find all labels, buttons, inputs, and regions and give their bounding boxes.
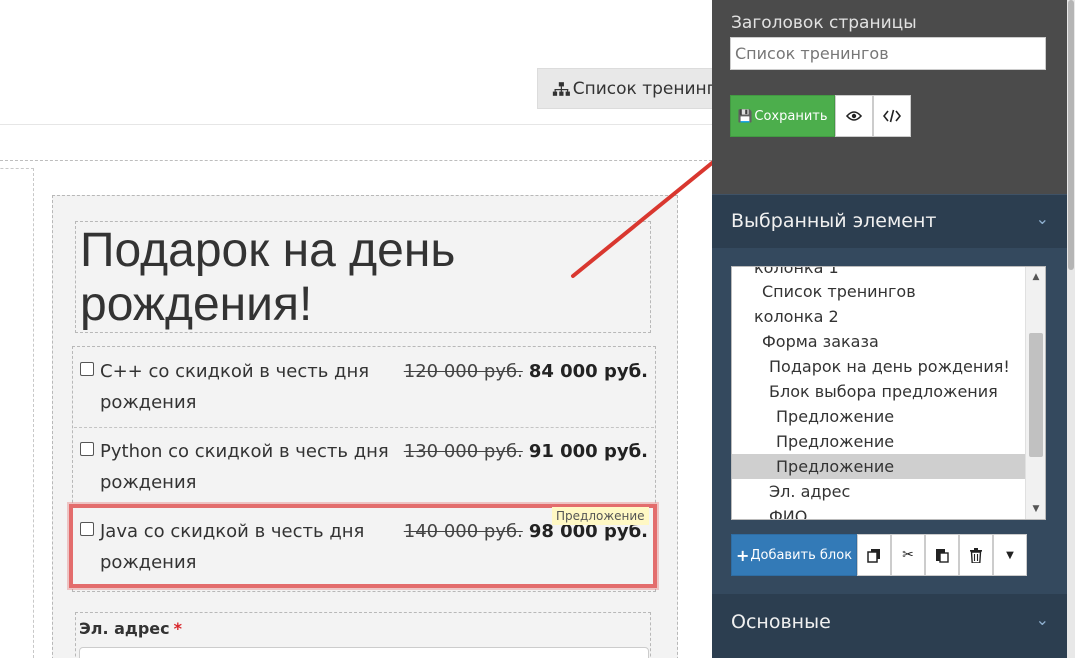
editor-side-panel: Заголовок страницы 💾 Сохранить [712, 0, 1075, 658]
plus-icon: + [735, 545, 750, 565]
tree-item-selected[interactable]: Предложение [732, 454, 1026, 479]
save-button-label: Сохранить [754, 108, 828, 124]
main-section-title: Основные [731, 611, 831, 633]
preview-button[interactable] [835, 95, 873, 137]
cut-button[interactable]: ✂ [891, 534, 925, 576]
scroll-down-arrow-icon[interactable]: ▼ [1026, 501, 1045, 517]
add-block-label: Добавить блок [750, 547, 853, 563]
tree-item[interactable]: ФИО [732, 504, 1026, 519]
eye-icon [846, 111, 862, 121]
offer-prices: 120 000 руб. 84 000 руб. [404, 356, 648, 387]
tree-item[interactable]: Предложение [732, 429, 1026, 454]
panel-scroll-thumb[interactable] [1068, 0, 1074, 270]
delete-button[interactable] [959, 534, 993, 576]
old-price: 130 000 руб. [403, 441, 523, 462]
offer-prices: 130 000 руб. 91 000 руб. [404, 436, 648, 467]
floppy-disk-icon: 💾 [737, 109, 753, 123]
tree-item[interactable]: Форма заказа [732, 329, 1026, 354]
trash-icon [970, 547, 982, 563]
scissors-icon: ✂ [902, 547, 914, 563]
required-mark: * [173, 619, 182, 638]
selected-element-tag: Предложение [552, 507, 649, 525]
copy-button[interactable] [857, 534, 891, 576]
offer-checkbox[interactable] [80, 442, 94, 456]
copy-icon [867, 548, 880, 563]
editor-canvas: Список тренингов Подарок на день рождени… [0, 0, 712, 658]
chevron-down-icon[interactable]: ⌄ [1036, 610, 1049, 629]
annotation-arrow-shaft [571, 148, 730, 278]
paste-button[interactable] [925, 534, 959, 576]
more-actions-dropdown[interactable]: ▼ [993, 534, 1027, 576]
chevron-down-icon[interactable]: ⌄ [1036, 209, 1049, 228]
selected-element-section-header[interactable]: Выбранный элемент ⌄ [712, 194, 1067, 248]
email-input[interactable] [79, 647, 649, 658]
tree-scrollbar[interactable]: ▲ ▼ [1025, 267, 1045, 519]
tree-item[interactable]: Эл. адрес [732, 479, 1026, 504]
page-title-input[interactable] [730, 37, 1046, 70]
page: Список тренингов Подарок на день рождени… [0, 0, 1075, 658]
old-price: 120 000 руб. [403, 361, 523, 382]
offer-checkbox[interactable] [80, 362, 94, 376]
sitemap-icon [552, 81, 570, 96]
new-price: 84 000 руб. [528, 361, 648, 382]
birthday-heading: Подарок на день рождения! [80, 224, 456, 331]
nav-menu-item-label: Список тренингов [572, 78, 712, 99]
main-section-header[interactable]: Основные ⌄ [712, 594, 1067, 658]
code-icon [883, 109, 901, 123]
page-actions: 💾 Сохранить [730, 95, 911, 137]
add-block-button[interactable]: + Добавить блок [731, 534, 857, 576]
paste-icon [936, 549, 949, 563]
tree-item[interactable]: Список тренингов [732, 279, 1026, 304]
page-settings: Заголовок страницы 💾 Сохранить [712, 0, 1067, 194]
email-label: Эл. адрес * [79, 619, 182, 638]
tree-item[interactable]: колонка 1 [732, 267, 1026, 280]
save-button[interactable]: 💾 Сохранить [730, 95, 835, 137]
offer-item[interactable]: Python со скидкой в честь дня рождения 1… [74, 428, 654, 508]
tree-item[interactable]: Подарок на день рождения! [732, 354, 1026, 379]
nav-menu-item[interactable]: Список тренингов [537, 68, 712, 109]
header-divider [0, 124, 712, 125]
page-title-label: Заголовок страницы [731, 13, 917, 33]
scroll-up-arrow-icon[interactable]: ▲ [1026, 269, 1045, 285]
tree-item[interactable]: Блок выбора предложения [732, 379, 1026, 404]
scroll-thumb[interactable] [1029, 333, 1043, 457]
selected-element-title: Выбранный элемент [731, 210, 937, 232]
element-tree[interactable]: колонка 1 Список тренингов колонка 2 Фор… [731, 266, 1046, 520]
offer-name: C++ со скидкой в честь дня рождения [100, 361, 370, 413]
code-view-button[interactable] [873, 95, 911, 137]
new-price: 91 000 руб. [528, 441, 648, 462]
offer-item[interactable]: C++ со скидкой в честь дня рождения 120 … [74, 348, 654, 428]
offer-name: Python со скидкой в честь дня рождения [100, 441, 389, 493]
block-actions: + Добавить блок ✂ ▼ [731, 534, 1027, 576]
tree-item[interactable]: колонка 2 [732, 304, 1026, 329]
email-label-text: Эл. адрес [79, 619, 170, 638]
column-1-outline[interactable] [0, 168, 34, 658]
panel-scrollbar[interactable] [1067, 0, 1075, 658]
caret-down-icon: ▼ [1006, 549, 1014, 561]
tree-item[interactable]: Предложение [732, 404, 1026, 429]
